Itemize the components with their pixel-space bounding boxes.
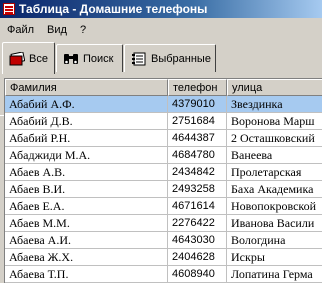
app-icon — [3, 3, 15, 15]
cell-surname: Абаджиди М.А. — [5, 147, 168, 164]
tab-selected[interactable]: Выбранные — [124, 44, 216, 72]
table-header: Фамилия телефон улица — [5, 79, 322, 96]
title-bar[interactable]: Таблица - Домашние телефоны — [0, 0, 322, 18]
cell-phone: 4643030 — [168, 232, 227, 249]
phone-table: Фамилия телефон улица Абабий А.Ф. 437901… — [4, 78, 322, 283]
cell-phone: 4684780 — [168, 147, 227, 164]
cell-surname: Абабий Р.Н. — [5, 130, 168, 147]
table-row[interactable]: Абаджиди М.А. 4684780 Ванеева — [5, 147, 322, 164]
binoculars-icon — [64, 53, 78, 64]
cell-phone: 4644387 — [168, 130, 227, 147]
app-window: Таблица - Домашние телефоны Файл Вид ? В… — [0, 0, 322, 283]
cell-surname: Абаев М.М. — [5, 215, 168, 232]
cell-street: Новопокровской — [227, 198, 322, 215]
menu-help[interactable]: ? — [73, 21, 92, 39]
cell-phone: 2434842 — [168, 164, 227, 181]
cell-street: Искры — [227, 249, 322, 266]
cell-surname: Абаев Е.А. — [5, 198, 168, 215]
table-row[interactable]: Абаев А.В. 2434842 Пролетарская — [5, 164, 322, 181]
cell-street: Лопатина Герма — [227, 266, 322, 283]
cell-street: Пролетарская — [227, 164, 322, 181]
menu-view[interactable]: Вид — [40, 21, 73, 39]
cell-surname: Абаев В.И. — [5, 181, 168, 198]
column-header-surname[interactable]: Фамилия — [5, 79, 168, 96]
cell-surname: Абаева Т.П. — [5, 266, 168, 283]
cell-street: Баха Академика — [227, 181, 322, 198]
cell-phone: 4608940 — [168, 266, 227, 283]
cards-icon — [9, 51, 25, 65]
cell-phone: 2404628 — [168, 249, 227, 266]
cell-phone: 2493258 — [168, 181, 227, 198]
table-row[interactable]: Абаев М.М. 2276422 Иванова Васили — [5, 215, 322, 232]
table-row[interactable]: Абаев В.И. 2493258 Баха Академика — [5, 181, 322, 198]
cell-phone: 2751684 — [168, 113, 227, 130]
table-row[interactable]: Абаева Ж.Х. 2404628 Искры — [5, 249, 322, 266]
cell-phone: 2276422 — [168, 215, 227, 232]
cell-surname: Абаева А.И. — [5, 232, 168, 249]
table-row[interactable]: Абаева А.И. 4643030 Вологдина — [5, 232, 322, 249]
tab-search-label: Поиск — [83, 52, 114, 65]
tab-all-label: Все — [29, 52, 48, 65]
menu-bar: Файл Вид ? — [0, 21, 92, 39]
menu-file[interactable]: Файл — [0, 21, 40, 39]
table-row[interactable]: Абаев Е.А. 4671614 Новопокровской — [5, 198, 322, 215]
column-header-phone[interactable]: телефон — [168, 79, 227, 96]
column-header-street[interactable]: улица — [227, 79, 322, 96]
table-row[interactable]: Абабий А.Ф. 4379010 Звездинка — [5, 96, 322, 113]
tab-strip: Все Поиск Выбранные — [0, 42, 322, 116]
cell-surname: Абабий А.Ф. — [5, 96, 168, 113]
table-row[interactable]: Абабий Р.Н. 4644387 2 Осташковский — [5, 130, 322, 147]
cell-street: Воронова Марш — [227, 113, 322, 130]
cell-phone: 4671614 — [168, 198, 227, 215]
cell-street: Звездинка — [227, 96, 322, 113]
cell-street: Иванова Васили — [227, 215, 322, 232]
cell-surname: Абабий Д.В. — [5, 113, 168, 130]
window-title: Таблица - Домашние телефоны — [19, 2, 208, 16]
cell-surname: Абаева Ж.Х. — [5, 249, 168, 266]
tab-selected-label: Выбранные — [151, 52, 211, 65]
tab-all[interactable]: Все — [2, 42, 55, 74]
notebook-icon — [132, 52, 146, 65]
cell-phone: 4379010 — [168, 96, 227, 113]
cell-surname: Абаев А.В. — [5, 164, 168, 181]
table-row[interactable]: Абабий Д.В. 2751684 Воронова Марш — [5, 113, 322, 130]
cell-street: 2 Осташковский — [227, 130, 322, 147]
cell-street: Вологдина — [227, 232, 322, 249]
cell-street: Ванеева — [227, 147, 322, 164]
tab-search[interactable]: Поиск — [56, 44, 123, 72]
table-row[interactable]: Абаева Т.П. 4608940 Лопатина Герма — [5, 266, 322, 283]
